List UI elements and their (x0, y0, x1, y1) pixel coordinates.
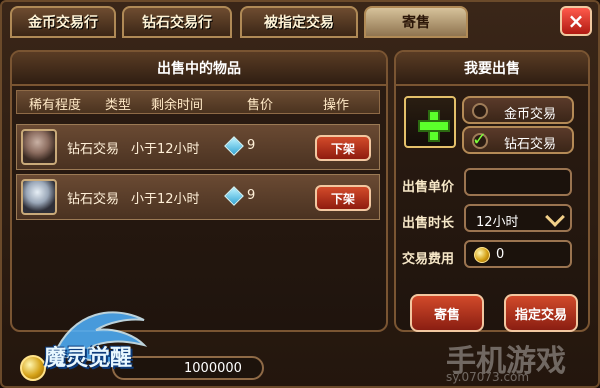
duration-select[interactable]: 12小时 (464, 204, 572, 232)
item-avatar (21, 179, 57, 215)
fee-value: 0 (496, 247, 505, 262)
tab-consign[interactable]: 寄售 (364, 6, 468, 38)
unit-price-field[interactable] (464, 168, 572, 196)
delist-button[interactable]: 下架 (315, 185, 371, 211)
item-avatar (21, 129, 57, 165)
duration-label: 出售时长 (402, 216, 455, 231)
sell-panel-title: 我要出售 (396, 52, 588, 86)
watermark-sub: sy.07073.com (446, 370, 530, 384)
duration-value: 12小时 (476, 215, 519, 230)
item-type: 钻石交易 (67, 192, 120, 207)
game-logo-title: 魔灵觉醒 (44, 346, 133, 371)
item-price: 9 (247, 188, 256, 203)
item-type: 钻石交易 (67, 142, 120, 157)
checkmark-icon: ✓ (472, 129, 488, 150)
col-price: 售价 (247, 98, 274, 113)
item-time-left: 小于12小时 (131, 142, 200, 157)
designate-trade-button[interactable]: 指定交易 (504, 294, 578, 332)
col-action: 操作 (323, 98, 350, 113)
consign-button[interactable]: 寄售 (410, 294, 484, 332)
option-gold-trade[interactable]: 金币交易 (462, 96, 574, 124)
currency-value: 1000000 (184, 361, 242, 376)
col-type: 类型 (105, 98, 132, 113)
chevron-down-icon (545, 207, 565, 227)
add-item-slot[interactable] (404, 96, 456, 148)
item-time-left: 小于12小时 (131, 192, 200, 207)
delist-button[interactable]: 下架 (315, 135, 371, 161)
tab-diamond-market[interactable]: 钻石交易行 (122, 6, 232, 38)
col-rarity: 稀有程度 (29, 98, 82, 113)
watermark: 手机游戏 sy.07073.com (426, 336, 586, 384)
gold-coin-icon (474, 247, 490, 263)
tab-gold-market[interactable]: 金币交易行 (10, 6, 116, 38)
close-icon[interactable]: × (560, 6, 592, 36)
option-diamond-trade[interactable]: ✓ 钻石交易 (462, 126, 574, 154)
items-table-header: 稀有程度 类型 剩余时间 售价 操作 (16, 90, 380, 114)
item-price: 9 (247, 138, 256, 153)
fee-label: 交易费用 (402, 252, 455, 267)
table-row: 钻石交易 小于12小时 9 下架 (16, 174, 380, 220)
option-label: 钻石交易 (504, 137, 557, 152)
tab-designated-trade[interactable]: 被指定交易 (240, 6, 358, 38)
unit-price-label: 出售单价 (402, 180, 455, 195)
fee-field: 0 (464, 240, 572, 268)
items-for-sale-title: 出售中的物品 (12, 52, 386, 86)
diamond-icon (224, 136, 244, 156)
option-label: 金币交易 (504, 107, 557, 122)
diamond-icon (224, 186, 244, 206)
radio-icon (472, 103, 488, 119)
col-time-left: 剩余时间 (151, 98, 204, 113)
table-row: 钻石交易 小于12小时 9 下架 (16, 124, 380, 170)
